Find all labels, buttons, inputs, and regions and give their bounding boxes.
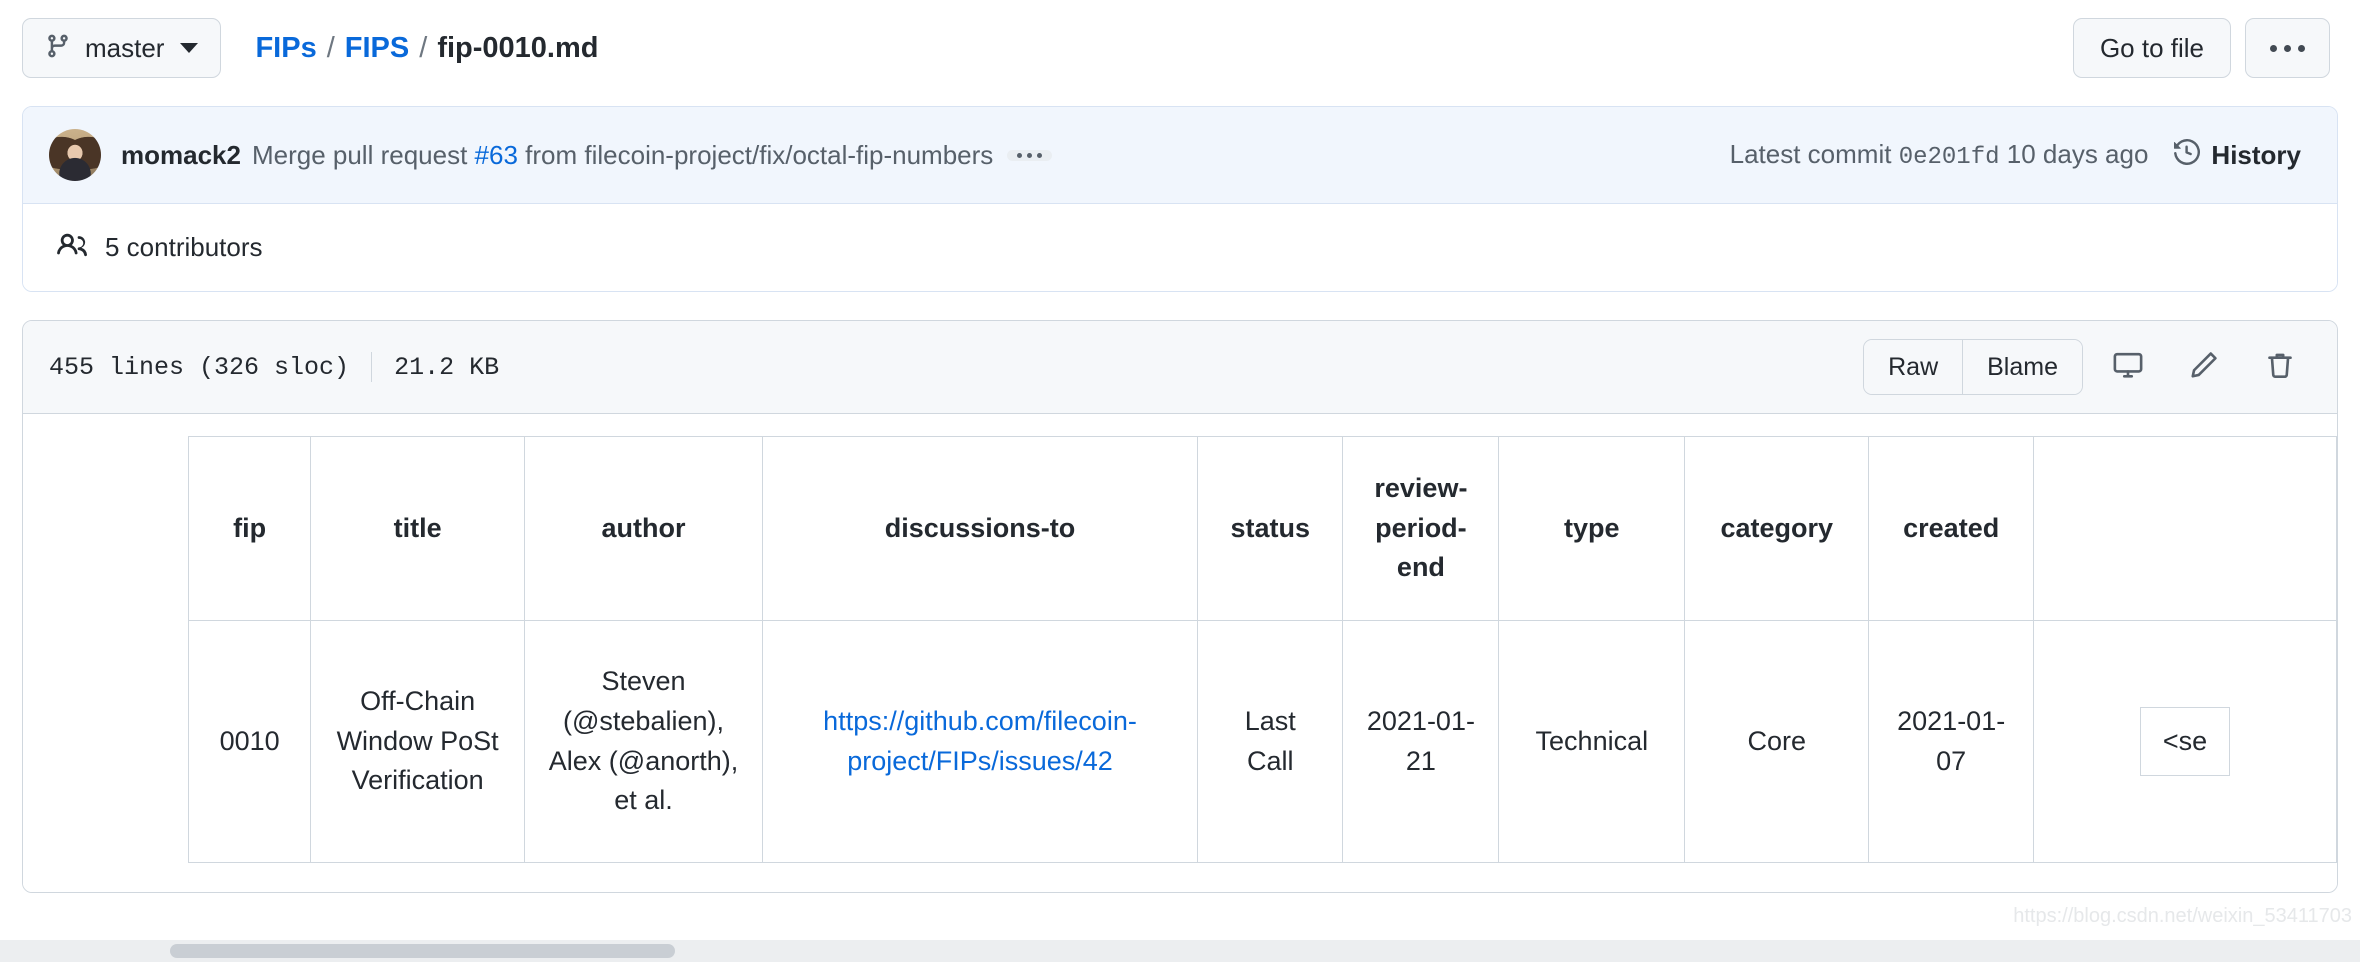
cell-fip: 0010 bbox=[189, 621, 311, 863]
file-stats: 455 lines (326 sloc) 21.2 KB bbox=[49, 352, 499, 382]
table-header-row: fip title author discussions-to status r… bbox=[189, 437, 2337, 621]
discussions-to-link[interactable]: https://github.com/filecoin-project/FIPs… bbox=[823, 706, 1137, 776]
people-icon bbox=[57, 230, 87, 265]
commit-time: 10 days ago bbox=[2007, 139, 2149, 169]
markdown-table-wrapper: fip title author discussions-to status r… bbox=[188, 436, 2337, 863]
top-toolbar: master FIPs / FIPS / fip-0010.md Go to f… bbox=[14, 0, 2346, 96]
cell-author: Steven (@stebalien), Alex (@anorth), et … bbox=[525, 621, 763, 863]
history-clock-icon bbox=[2174, 139, 2200, 172]
column-header-category: category bbox=[1685, 437, 1869, 621]
column-header-extra bbox=[2034, 437, 2337, 621]
scrollbar-thumb[interactable] bbox=[170, 944, 675, 958]
cell-category: Core bbox=[1685, 621, 1869, 863]
cell-review-period-end: 2021-01-21 bbox=[1343, 621, 1499, 863]
git-branch-icon bbox=[45, 33, 71, 64]
blame-button[interactable]: Blame bbox=[1962, 340, 2082, 394]
commit-expand-button[interactable] bbox=[1007, 150, 1052, 161]
commit-author-link[interactable]: momack2 bbox=[121, 140, 241, 171]
commit-panel: momack2 Merge pull request #63 from file… bbox=[22, 106, 2338, 292]
horizontal-scrollbar[interactable] bbox=[0, 940, 2360, 962]
file-panel: 455 lines (326 sloc) 21.2 KB Raw Blame bbox=[22, 320, 2338, 893]
breadcrumb: FIPs / FIPS / fip-0010.md bbox=[255, 32, 598, 65]
top-toolbar-actions: Go to file bbox=[2073, 18, 2338, 78]
column-header-created: created bbox=[1869, 437, 2034, 621]
contributors-label: 5 contributors bbox=[105, 232, 263, 263]
edit-file-button[interactable] bbox=[2173, 340, 2235, 394]
file-line-count: 455 lines (326 sloc) bbox=[49, 353, 349, 382]
breadcrumb-separator-2: / bbox=[419, 32, 427, 65]
view-mode-group: Raw Blame bbox=[1863, 339, 2083, 395]
delete-file-button[interactable] bbox=[2249, 340, 2311, 394]
cell-type: Technical bbox=[1499, 621, 1685, 863]
column-header-status: status bbox=[1198, 437, 1343, 621]
watermark: https://blog.csdn.net/weixin_53411703 bbox=[2013, 905, 2352, 928]
file-stats-divider bbox=[371, 352, 372, 382]
commit-sha[interactable]: 0e201fd bbox=[1899, 144, 2000, 171]
branch-selector[interactable]: master bbox=[22, 18, 221, 78]
pull-request-link[interactable]: #63 bbox=[475, 140, 518, 170]
cell-created: 2021-01-07 bbox=[1869, 621, 2034, 863]
column-header-fip: fip bbox=[189, 437, 311, 621]
cell-discussions-to: https://github.com/filecoin-project/FIPs… bbox=[762, 621, 1197, 863]
column-header-title: title bbox=[311, 437, 525, 621]
pencil-icon bbox=[2189, 350, 2219, 385]
file-content: fip title author discussions-to status r… bbox=[23, 414, 2337, 892]
trash-icon bbox=[2265, 350, 2295, 385]
open-in-desktop-button[interactable] bbox=[2097, 340, 2159, 394]
cell-title: Off-Chain Window PoSt Verification bbox=[311, 621, 525, 863]
table-row: 0010 Off-Chain Window PoSt Verification … bbox=[189, 621, 2337, 863]
history-link[interactable]: History bbox=[2174, 139, 2301, 172]
chevron-down-icon bbox=[180, 43, 198, 53]
contributors-row[interactable]: 5 contributors bbox=[23, 204, 2337, 291]
column-header-review-period-end: review-period-end bbox=[1343, 437, 1499, 621]
latest-commit-label: Latest commit bbox=[1730, 139, 1892, 169]
commit-meta: Latest commit 0e201fd 10 days ago Histor… bbox=[1730, 139, 2311, 172]
column-header-author: author bbox=[525, 437, 763, 621]
column-header-discussions-to: discussions-to bbox=[762, 437, 1197, 621]
avatar bbox=[49, 129, 101, 181]
history-label: History bbox=[2211, 140, 2301, 171]
github-file-view: master FIPs / FIPS / fip-0010.md Go to f… bbox=[0, 0, 2360, 962]
go-to-file-button[interactable]: Go to file bbox=[2073, 18, 2231, 78]
breadcrumb-repo-link[interactable]: FIPs bbox=[255, 32, 316, 65]
fip-metadata-table: fip title author discussions-to status r… bbox=[188, 436, 2337, 863]
cell-status: Last Call bbox=[1198, 621, 1343, 863]
more-options-button[interactable] bbox=[2245, 18, 2330, 78]
branch-name: master bbox=[85, 33, 164, 64]
file-size: 21.2 KB bbox=[394, 353, 499, 382]
cell-extra-fragment: <se bbox=[2140, 707, 2230, 777]
raw-button[interactable]: Raw bbox=[1864, 340, 1962, 394]
desktop-icon bbox=[2113, 350, 2143, 385]
breadcrumb-separator-1: / bbox=[327, 32, 335, 65]
kebab-icon bbox=[2270, 45, 2305, 52]
file-actions: Raw Blame bbox=[1863, 339, 2311, 395]
latest-commit-row: momack2 Merge pull request #63 from file… bbox=[23, 107, 2337, 204]
commit-message-suffix: from filecoin-project/fix/octal-fip-numb… bbox=[518, 140, 993, 170]
cell-extra: <se bbox=[2034, 621, 2337, 863]
commit-message: Merge pull request #63 from filecoin-pro… bbox=[252, 140, 993, 171]
breadcrumb-file-name: fip-0010.md bbox=[437, 32, 598, 65]
file-header: 455 lines (326 sloc) 21.2 KB Raw Blame bbox=[23, 321, 2337, 414]
latest-commit-info: Latest commit 0e201fd 10 days ago bbox=[1730, 139, 2149, 171]
column-header-type: type bbox=[1499, 437, 1685, 621]
breadcrumb-folder-link[interactable]: FIPS bbox=[345, 32, 409, 65]
commit-message-prefix: Merge pull request bbox=[252, 140, 475, 170]
